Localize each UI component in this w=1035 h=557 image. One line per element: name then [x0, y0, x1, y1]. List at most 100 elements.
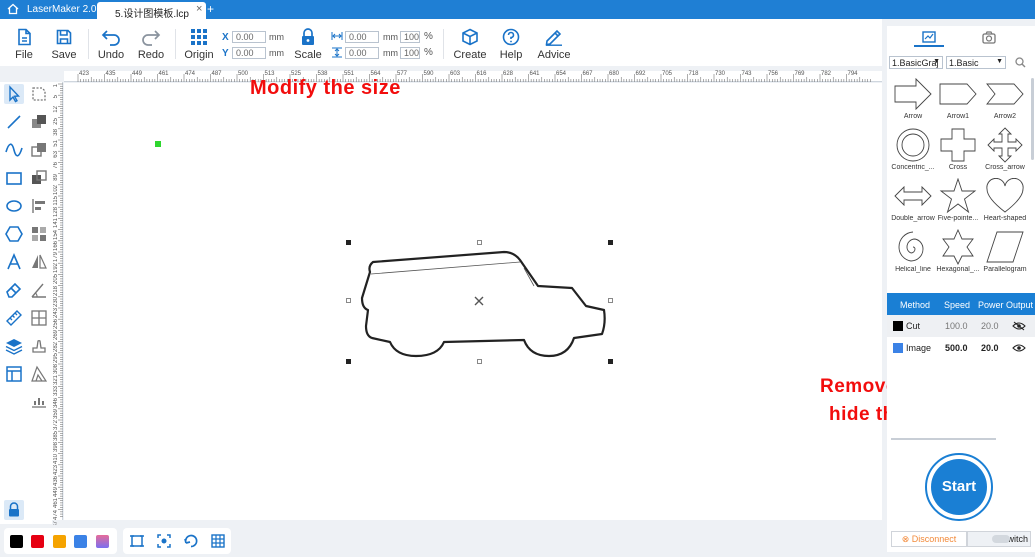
color-swatch-orange[interactable] [53, 535, 66, 548]
scale-label: Scale [294, 49, 322, 61]
advice-button[interactable]: Advice [532, 23, 576, 63]
color-swatch-gradient[interactable] [96, 535, 109, 548]
origin-button[interactable]: Origin [177, 23, 221, 63]
resize-handle-bottom-right[interactable] [608, 359, 613, 364]
color-swatch-blue[interactable] [74, 535, 87, 548]
mirror-icon[interactable] [29, 252, 49, 272]
resize-handle-top-right[interactable] [608, 240, 613, 245]
select-pointer-icon[interactable] [4, 84, 24, 104]
shape-item-helical-line[interactable]: Helical_line [889, 229, 937, 279]
new-tab-button[interactable]: + [207, 2, 217, 16]
height-percent-input[interactable]: 100 [400, 47, 420, 59]
panel-divider [891, 438, 996, 440]
boolean-subtract-icon[interactable] [29, 140, 49, 160]
resize-handle-bottom[interactable] [477, 359, 482, 364]
tab-close-icon[interactable]: × [196, 3, 202, 15]
node-edit-icon[interactable] [29, 84, 49, 104]
rectangle-tool-icon[interactable] [4, 168, 24, 188]
resize-handle-top-left[interactable] [346, 240, 351, 245]
group-icon[interactable] [29, 224, 49, 244]
ruler-label: 794 [847, 71, 858, 77]
category-select[interactable]: 1.BasicGraj ▼ [889, 56, 943, 69]
rotate-view-icon[interactable] [183, 533, 199, 549]
ruler-label: 38 [53, 128, 59, 136]
ruler-tool-icon[interactable] [4, 308, 24, 328]
shape-item-cross-arrow[interactable]: Cross_arrow [981, 127, 1029, 177]
tab-document[interactable]: 5.设计图模板.lcp [97, 2, 206, 20]
layer-row-image[interactable]: Image 500.0 20.0 [887, 337, 1035, 359]
hexagram-shape-icon [942, 229, 974, 265]
parallelogram-shape-icon [986, 231, 1024, 263]
search-icon[interactable] [1015, 57, 1026, 68]
stamp-icon[interactable] [29, 336, 49, 356]
shape-item-five-pointed-star[interactable]: Five-pointe... [934, 178, 982, 228]
camera-tab-icon[interactable] [976, 28, 1002, 48]
boolean-intersect-icon[interactable] [29, 168, 49, 188]
help-button[interactable]: Help [489, 23, 533, 63]
boolean-union-icon[interactable] [29, 112, 49, 132]
curve-tool-icon[interactable] [4, 140, 24, 160]
category-select-value: 1.BasicGraj [892, 58, 939, 68]
y-input[interactable]: 0.00 [232, 47, 266, 59]
shape-item-arrow2[interactable]: Arrow2 [981, 76, 1029, 126]
height-input[interactable]: 0.00 [345, 47, 379, 59]
bevel-icon[interactable] [29, 364, 49, 384]
undo-button[interactable]: Undo [89, 23, 133, 63]
fit-canvas-icon[interactable] [156, 533, 172, 549]
array-icon[interactable] [29, 308, 49, 328]
file-button[interactable]: File [2, 23, 46, 63]
x-input[interactable]: 0.00 [232, 31, 266, 43]
align-left-icon[interactable] [29, 196, 49, 216]
canvas-lock-icon[interactable] [4, 500, 24, 520]
resize-handle-left[interactable] [346, 298, 351, 303]
eye-visible-icon[interactable] [1012, 343, 1026, 353]
home-icon[interactable] [6, 2, 20, 16]
switch-button[interactable]: Switch [967, 531, 1031, 547]
resize-handle-right[interactable] [608, 298, 613, 303]
save-button[interactable]: Save [42, 23, 86, 63]
eye-hidden-icon[interactable] [1012, 321, 1026, 331]
shape-item-arrow1[interactable]: Arrow1 [934, 76, 982, 126]
design-canvas[interactable]: Modify the size [64, 77, 882, 520]
resize-handle-bottom-left[interactable] [346, 359, 351, 364]
concentric-circle-icon [896, 128, 930, 162]
ruler-label: 628 [503, 71, 514, 77]
height-percent-sign: % [424, 47, 433, 58]
shape-list-scrollbar[interactable] [1031, 78, 1034, 160]
width-percent-input[interactable]: 100 [400, 31, 420, 43]
create-button[interactable]: Create [448, 23, 492, 63]
disconnect-button[interactable]: ⊗ Disconnect [891, 531, 967, 547]
distribute-icon[interactable] [29, 392, 49, 412]
shape-item-concentric[interactable]: Concentric_... [889, 127, 937, 177]
layer-power: 20.0 [981, 321, 999, 331]
layer-row-cut[interactable]: Cut 100.0 20.0 [887, 315, 1035, 337]
shape-item-double-arrow[interactable]: Double_arrow [889, 178, 937, 228]
fit-selection-icon[interactable] [129, 533, 145, 549]
shape-item-arrow[interactable]: Arrow [889, 76, 937, 126]
eraser-tool-icon[interactable] [4, 280, 24, 300]
layers-icon[interactable] [4, 336, 24, 356]
text-tool-icon[interactable] [4, 252, 24, 272]
ellipse-tool-icon[interactable] [4, 196, 24, 216]
scale-lock-button[interactable]: Scale [286, 23, 330, 63]
color-swatch-black[interactable] [10, 535, 23, 548]
polygon-tool-icon[interactable] [4, 224, 24, 244]
start-button[interactable]: Start [925, 453, 993, 521]
grid-toggle-icon[interactable] [210, 533, 226, 549]
angle-measure-icon[interactable] [29, 280, 49, 300]
line-tool-icon[interactable] [4, 112, 24, 132]
shape-item-hexagonal-star[interactable]: Hexagonal_... [934, 229, 982, 279]
panel-layout-icon[interactable] [4, 364, 24, 384]
shape-item-heart[interactable]: Heart-shaped [981, 178, 1029, 228]
view-tools-group [123, 528, 231, 554]
shape-item-cross[interactable]: Cross [934, 127, 982, 177]
color-swatch-red[interactable] [31, 535, 44, 548]
ruler-label: 500 [238, 71, 249, 77]
redo-button[interactable]: Redo [129, 23, 173, 63]
shape-label: Hexagonal_... [936, 266, 980, 273]
subcategory-select[interactable]: 1.Basic ▼ [946, 56, 1006, 69]
width-input[interactable]: 0.00 [345, 31, 379, 43]
shape-item-parallelogram[interactable]: Parallelogram [981, 229, 1029, 279]
origin-label: Origin [184, 49, 214, 61]
resize-handle-top[interactable] [477, 240, 482, 245]
